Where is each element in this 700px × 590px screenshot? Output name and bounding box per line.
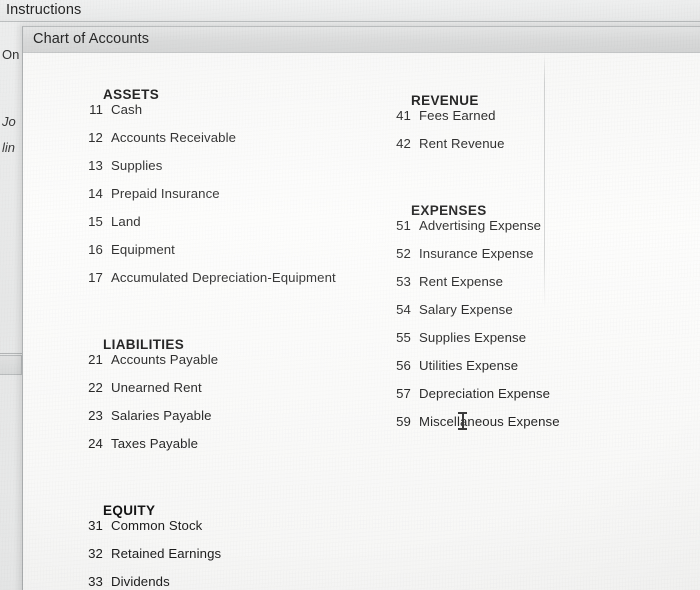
account-name: Common Stock [111,518,203,533]
account-row[interactable]: 12 Accounts Receivable [23,130,353,158]
account-name: Fees Earned [419,108,496,123]
account-row[interactable]: 54 Salary Expense [353,302,653,330]
account-row[interactable]: 15 Land [23,214,353,242]
account-number: 56 [396,358,411,373]
account-row[interactable]: 59 Miscellaneous Expense [353,414,653,442]
chart-of-accounts-dialog: Chart of Accounts ASSETS 11 Cash 12 Accounts… [22,26,700,590]
background-input-box[interactable] [0,355,22,375]
account-row[interactable]: 32 Retained Earnings [23,546,353,574]
account-name: Supplies Expense [419,330,527,345]
account-row[interactable]: 21 Accounts Payable [23,352,353,380]
account-number: 53 [396,274,411,289]
account-row[interactable]: 55 Supplies Expense [353,330,653,358]
account-name: Land [111,214,141,229]
account-number: 13 [88,158,103,173]
account-number: 16 [88,242,103,257]
background-divider-line [0,353,22,354]
instructions-bar [0,0,700,22]
account-number: 21 [88,352,103,367]
instructions-label: Instructions [6,2,82,18]
account-name: Accumulated Depreciation-Equipment [111,270,336,285]
account-row[interactable]: 31 Common Stock [23,518,353,546]
account-number: 17 [88,270,103,285]
account-number: 24 [88,436,103,451]
account-name: Insurance Expense [419,246,534,261]
account-row[interactable]: 51 Advertising Expense [353,218,653,246]
account-name: Prepaid Insurance [111,186,220,201]
background-text-fragment: On [2,47,20,62]
account-name: Utilities Expense [419,358,519,373]
account-row[interactable]: 13 Supplies [23,158,353,186]
account-name: Rent Expense [419,274,504,289]
account-name: Accounts Payable [111,352,219,367]
account-number: 31 [88,518,103,533]
account-number: 59 [396,414,411,429]
account-number: 52 [396,246,411,261]
account-row[interactable]: 24 Taxes Payable [23,436,353,464]
account-row[interactable]: 57 Depreciation Expense [353,386,653,414]
account-group-heading: LIABILITIES [103,337,185,352]
background-text-fragment: Jo [2,114,16,129]
account-number: 32 [88,546,103,561]
account-row[interactable]: 14 Prepaid Insurance [23,186,353,214]
account-number: 33 [88,574,103,589]
account-number: 41 [396,108,411,123]
account-number: 55 [396,330,411,345]
dialog-body: ASSETS 11 Cash 12 Accounts Receivable 13 Suppl… [23,53,700,590]
account-group-heading: ASSETS [103,87,160,102]
account-number: 22 [88,380,103,395]
account-name: Taxes Payable [111,436,199,451]
account-number: 12 [88,130,103,145]
account-group-heading: EQUITY [103,503,156,518]
account-name: Advertising Expense [419,218,542,233]
background-text-fragment: lin [2,140,16,155]
account-row[interactable]: 23 Salaries Payable [23,408,353,436]
account-row[interactable]: 52 Insurance Expense [353,246,653,274]
account-group: EQUITY 31 Common Stock 32 Retained Earnings 3… [23,503,353,590]
account-group-heading: EXPENSES [411,203,487,218]
account-name: Cash [111,102,143,117]
account-row[interactable]: 41 Fees Earned [353,108,653,136]
account-group: EXPENSES 51 Advertising Expense 52 Insurance… [353,203,653,442]
account-row[interactable]: 17 Accumulated Depreciation-Equipment [23,270,353,298]
account-name: Equipment [111,242,175,257]
account-number: 57 [396,386,411,401]
account-row[interactable]: 22 Unearned Rent [23,380,353,408]
account-number: 23 [88,408,103,423]
account-group: REVENUE 41 Fees Earned 42 Rent Revenue [353,93,653,164]
account-name: Supplies [111,158,163,173]
account-row[interactable]: 33 Dividends [23,574,353,590]
account-name: Salary Expense [419,302,513,317]
account-number: 42 [396,136,411,151]
account-name: Retained Earnings [111,546,222,561]
account-number: 11 [89,102,103,117]
dialog-title: Chart of Accounts [33,31,150,47]
account-row[interactable]: 42 Rent Revenue [353,136,653,164]
dialog-titlebar: Chart of Accounts [23,27,700,53]
account-number: 51 [396,218,411,233]
account-name: Rent Revenue [419,136,505,151]
account-row[interactable]: 56 Utilities Expense [353,358,653,386]
account-name: Miscellaneous Expense [419,414,560,429]
account-name: Unearned Rent [111,380,202,395]
account-name: Accounts Receivable [111,130,237,145]
account-number: 14 [88,186,103,201]
account-name: Dividends [111,574,170,589]
account-name: Depreciation Expense [419,386,551,401]
account-group: ASSETS 11 Cash 12 Accounts Receivable 13 Suppl… [23,87,353,298]
account-number: 54 [396,302,411,317]
account-group-heading: REVENUE [411,93,479,108]
account-row[interactable]: 11 Cash [23,102,353,130]
account-row[interactable]: 16 Equipment [23,242,353,270]
account-group: LIABILITIES 21 Accounts Payable 22 Unearned … [23,337,353,464]
account-number: 15 [88,214,103,229]
account-row[interactable]: 53 Rent Expense [353,274,653,302]
account-name: Salaries Payable [111,408,212,423]
